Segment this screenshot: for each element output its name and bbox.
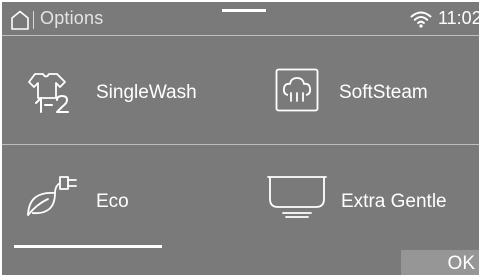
soft-steam-icon [275,68,319,112]
softsteam-label: SoftSteam [339,82,428,103]
wifi-icon [410,11,432,28]
options-screen: Options 11:02 SingleWash SoftSteam Eco E… [2,2,479,275]
top-indicator [222,9,266,12]
scroll-indicator [14,245,162,248]
extra-gentle-label: Extra Gentle [341,191,447,212]
status-bar: Options 11:02 [2,2,479,34]
option-eco[interactable]: Eco [2,145,240,253]
eco-label: Eco [96,191,129,212]
ok-button[interactable]: OK [401,250,479,275]
clock-time: 11:02 [438,8,479,28]
singlewash-label: SingleWash [96,82,197,103]
title-separator [33,11,34,29]
option-extra-gentle[interactable]: Extra Gentle [240,145,479,253]
home-icon[interactable] [10,10,30,30]
single-wash-icon [28,73,69,113]
option-singlewash[interactable]: SingleWash [2,36,240,144]
extra-gentle-icon [267,176,327,218]
eco-icon [27,176,77,216]
option-softsteam[interactable]: SoftSteam [240,36,479,144]
page-title: Options [40,8,104,28]
